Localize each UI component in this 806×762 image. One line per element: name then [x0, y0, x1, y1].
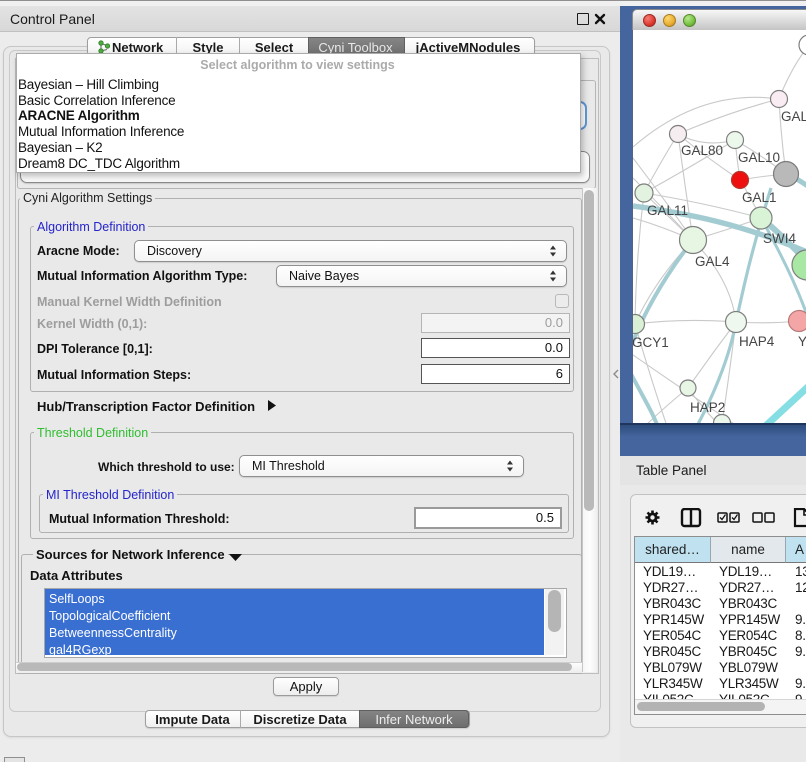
svg-text:GAL1: GAL1: [742, 190, 777, 205]
svg-text:GAL11: GAL11: [647, 203, 688, 218]
svg-text:SWI4: SWI4: [763, 231, 796, 246]
svg-text:GAL10: GAL10: [738, 150, 780, 165]
svg-text:GCY1: GCY1: [633, 335, 669, 350]
svg-text:GAL80: GAL80: [681, 143, 723, 158]
svg-text:HAP2: HAP2: [690, 400, 725, 415]
svg-text:HAP4: HAP4: [739, 334, 775, 349]
svg-text:Y: Y: [798, 334, 806, 349]
svg-text:GAL: GAL: [781, 109, 806, 124]
svg-text:GAL4: GAL4: [695, 254, 730, 269]
